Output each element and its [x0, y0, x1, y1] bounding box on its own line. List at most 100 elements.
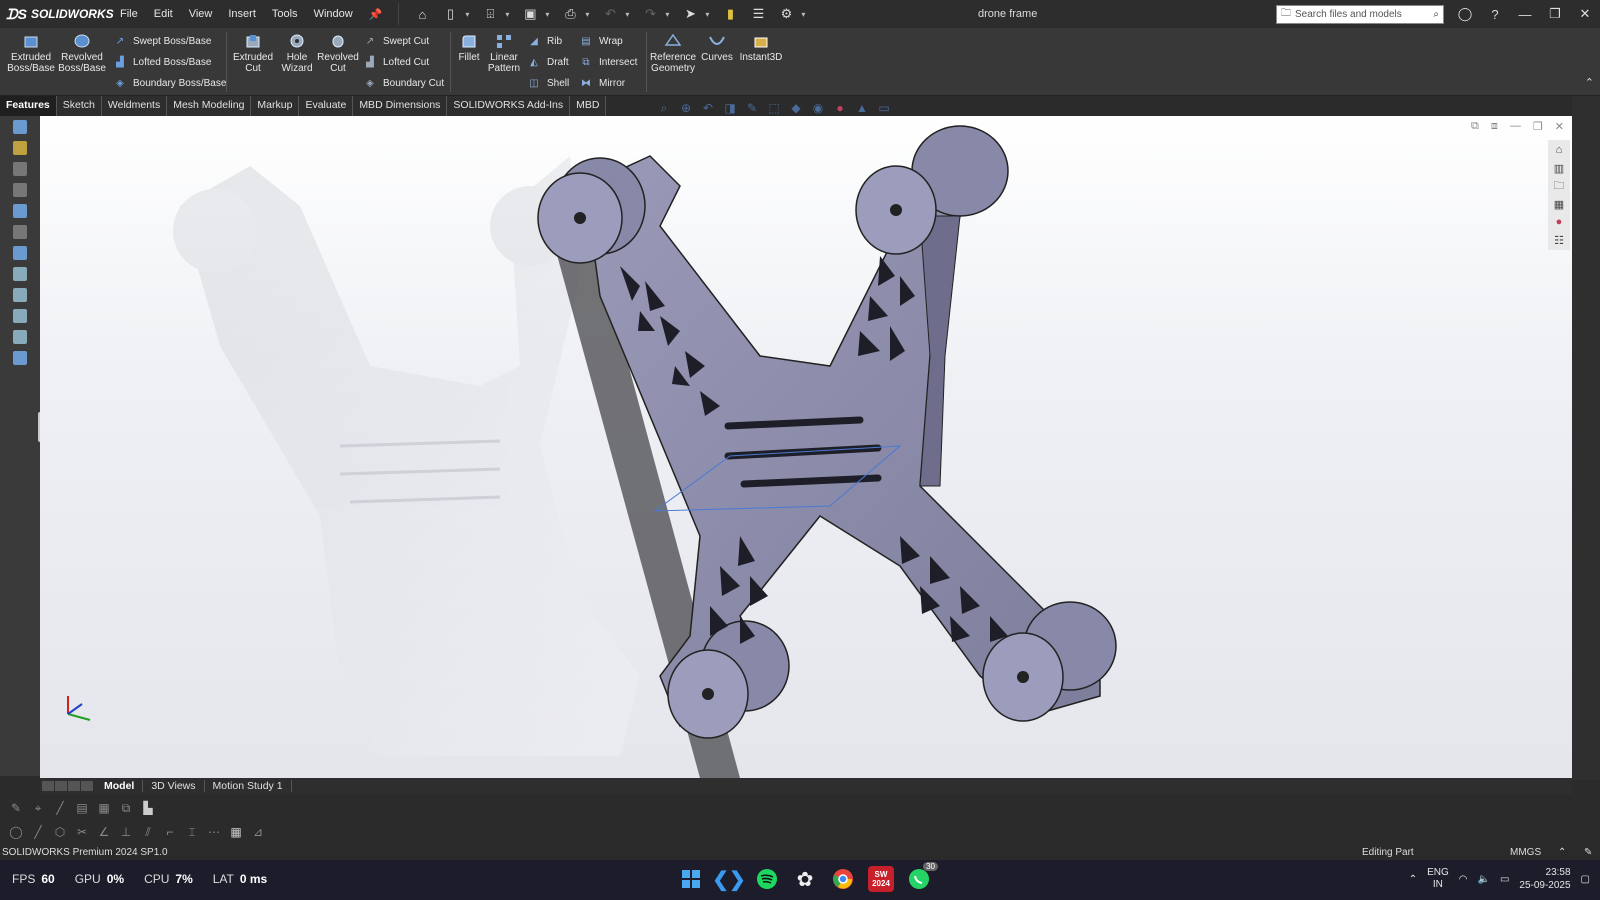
undo-icon[interactable]: ↶ — [597, 3, 623, 25]
origin-icon[interactable] — [0, 326, 40, 347]
fillet-sketch-icon[interactable]: ⌐ — [162, 824, 178, 840]
battery-icon[interactable]: ▭ — [1500, 874, 1509, 885]
viewport-split-icon[interactable]: ⧉ — [1471, 120, 1479, 133]
new-dropdown-icon[interactable]: ▾ — [465, 3, 475, 25]
graphics-area[interactable]: ⧉ ⧈ — ❐ ✕ — [40, 116, 1572, 778]
units-dropdown-icon[interactable]: ⌃ — [1558, 847, 1566, 858]
print-icon[interactable]: ⎙ — [557, 3, 583, 25]
save-dropdown-icon[interactable]: ▾ — [545, 3, 555, 25]
tab-sketch[interactable]: Sketch — [57, 96, 102, 116]
select-cursor-icon[interactable]: ➤ — [677, 3, 703, 25]
reference-geometry-button[interactable]: Reference Geometry — [650, 32, 696, 74]
tab-motion-study[interactable]: Motion Study 1 — [205, 780, 292, 792]
dim-icon[interactable]: ⊿ — [250, 824, 266, 840]
instant3d-button[interactable]: Instant3D — [738, 32, 784, 63]
smart-dimension-icon[interactable]: ⌖ — [30, 800, 46, 816]
view-palette-icon[interactable]: ▦ — [1549, 196, 1569, 212]
appearances-icon[interactable]: ● — [1549, 214, 1569, 230]
tab-features[interactable]: Features — [0, 96, 57, 116]
shell-button[interactable]: ◫ Shell — [526, 76, 569, 91]
relation-icon[interactable]: ⊥ — [118, 824, 134, 840]
volume-icon[interactable]: 🔈 — [1477, 874, 1489, 885]
revolved-boss-button[interactable]: Revolved Boss/Base — [58, 32, 106, 74]
configuration-icon[interactable] — [0, 158, 40, 179]
boundary-cut-button[interactable]: ◈ Boundary Cut — [362, 76, 444, 91]
swept-boss-button[interactable]: ↗ Swept Boss/Base — [112, 34, 212, 49]
extruded-boss-button[interactable]: Extruded Boss/Base — [7, 32, 55, 74]
curves-button[interactable]: Curves — [700, 32, 734, 63]
lofted-boss-button[interactable]: ▟ Lofted Boss/Base — [112, 55, 211, 70]
angle-tool-icon[interactable]: ∠ — [96, 824, 112, 840]
chrome-icon[interactable] — [830, 866, 856, 892]
wrap-button[interactable]: ▤ Wrap — [578, 34, 622, 49]
extrude-feature-icon[interactable] — [0, 347, 40, 368]
close-button[interactable]: ✕ — [1570, 6, 1600, 22]
rebuild-status-icon[interactable]: ✎ — [1584, 847, 1592, 858]
linear-pattern-button[interactable]: Linear Pattern — [486, 32, 522, 74]
drone-frame-model[interactable] — [40, 116, 1572, 778]
user-account-icon[interactable]: ◯ — [1450, 6, 1480, 22]
fillet-button[interactable]: Fillet — [454, 32, 484, 63]
unit-system[interactable]: MMGS — [1510, 847, 1541, 858]
pattern-tool-icon[interactable]: ⋯ — [206, 824, 222, 840]
redo-icon[interactable]: ↷ — [637, 3, 663, 25]
save-icon[interactable]: ▣ — [517, 3, 543, 25]
whatsapp-icon[interactable]: 30 — [906, 862, 938, 892]
swept-cut-button[interactable]: ↗ Swept Cut — [362, 34, 429, 49]
plane-icon[interactable] — [0, 305, 40, 326]
open-icon[interactable]: ⌹ — [477, 3, 503, 25]
custom-properties-icon[interactable]: ☷ — [1549, 232, 1569, 248]
solidworks-resources-icon[interactable]: ⌂ — [1549, 142, 1569, 158]
viewport-close-icon[interactable]: ✕ — [1555, 120, 1564, 133]
notification-icon[interactable]: ▢ — [1581, 874, 1590, 885]
mirror-button[interactable]: ⧓ Mirror — [578, 76, 625, 91]
windows-start-icon[interactable] — [678, 866, 704, 892]
select-dropdown-icon[interactable]: ▾ — [705, 3, 715, 25]
offset-icon[interactable]: ⫽ — [140, 824, 156, 840]
collapse-ribbon-icon[interactable]: ⌃ — [1585, 76, 1594, 89]
solid-body-icon[interactable] — [0, 263, 40, 284]
tab-scroll-arrows[interactable] — [40, 781, 96, 791]
text-tool-icon[interactable]: ⌶ — [184, 824, 200, 840]
chart-icon[interactable]: ▙ — [140, 800, 156, 816]
tab-solidworks-addins[interactable]: SOLIDWORKS Add-Ins — [447, 96, 571, 116]
solidworks-logo[interactable]: ᗪS SOLIDWORKS — [0, 6, 114, 23]
apply-scene-icon[interactable]: ▲ — [853, 100, 871, 116]
menu-tools[interactable]: Tools — [264, 8, 306, 21]
viewport-restore-icon[interactable]: ❐ — [1533, 120, 1543, 133]
revolved-cut-button[interactable]: Revolved Cut — [317, 32, 359, 74]
new-document-icon[interactable]: ▯ — [437, 3, 463, 25]
display-manager-icon[interactable] — [0, 200, 40, 221]
menu-edit[interactable]: Edit — [146, 8, 181, 21]
tab-3d-views[interactable]: 3D Views — [143, 780, 205, 792]
tab-markup[interactable]: Markup — [251, 96, 300, 116]
copy-icon[interactable]: ⧉ — [118, 800, 134, 816]
view-orientation-icon[interactable]: ⬚ — [765, 100, 783, 116]
tab-mbd-dimensions[interactable]: MBD Dimensions — [353, 96, 448, 116]
search-input[interactable]: 🗀 Search files and models ⌕ — [1276, 5, 1444, 24]
file-explorer-icon[interactable]: 🗀 — [1549, 178, 1569, 194]
dimxpert-icon[interactable] — [0, 179, 40, 200]
restore-button[interactable]: ❐ — [1540, 6, 1570, 22]
draft-button[interactable]: ◭ Draft — [526, 55, 569, 70]
display-style-icon[interactable]: ◆ — [787, 100, 805, 116]
tray-expand-icon[interactable]: ⌃ — [1409, 874, 1417, 885]
view-settings-icon[interactable]: ▭ — [875, 100, 893, 116]
hole-wizard-button[interactable]: Hole Wizard — [277, 32, 317, 74]
clock[interactable]: 23:58 25-09-2025 — [1519, 866, 1570, 892]
file-properties-icon[interactable]: ☰ — [745, 3, 771, 25]
feature-tree-icon[interactable] — [0, 116, 40, 137]
viewport-minimize-icon[interactable]: — — [1510, 120, 1521, 133]
search-icon[interactable]: ⌕ — [1433, 9, 1439, 20]
line-draw-icon[interactable]: ╱ — [30, 824, 46, 840]
property-manager-icon[interactable] — [0, 137, 40, 158]
circle-tool-icon[interactable]: ◯ — [8, 824, 24, 840]
previous-view-icon[interactable]: ↶ — [699, 100, 717, 116]
rib-button[interactable]: ◢ Rib — [526, 34, 562, 49]
polygon-tool-icon[interactable]: ⬡ — [52, 824, 68, 840]
tab-mbd[interactable]: MBD — [570, 96, 607, 116]
trim-tool-icon[interactable]: ✂ — [74, 824, 90, 840]
options-gear-icon[interactable]: ⚙ — [773, 3, 799, 25]
line-tool-icon[interactable]: ╱ — [52, 800, 68, 816]
annotation-icon[interactable] — [0, 242, 40, 263]
